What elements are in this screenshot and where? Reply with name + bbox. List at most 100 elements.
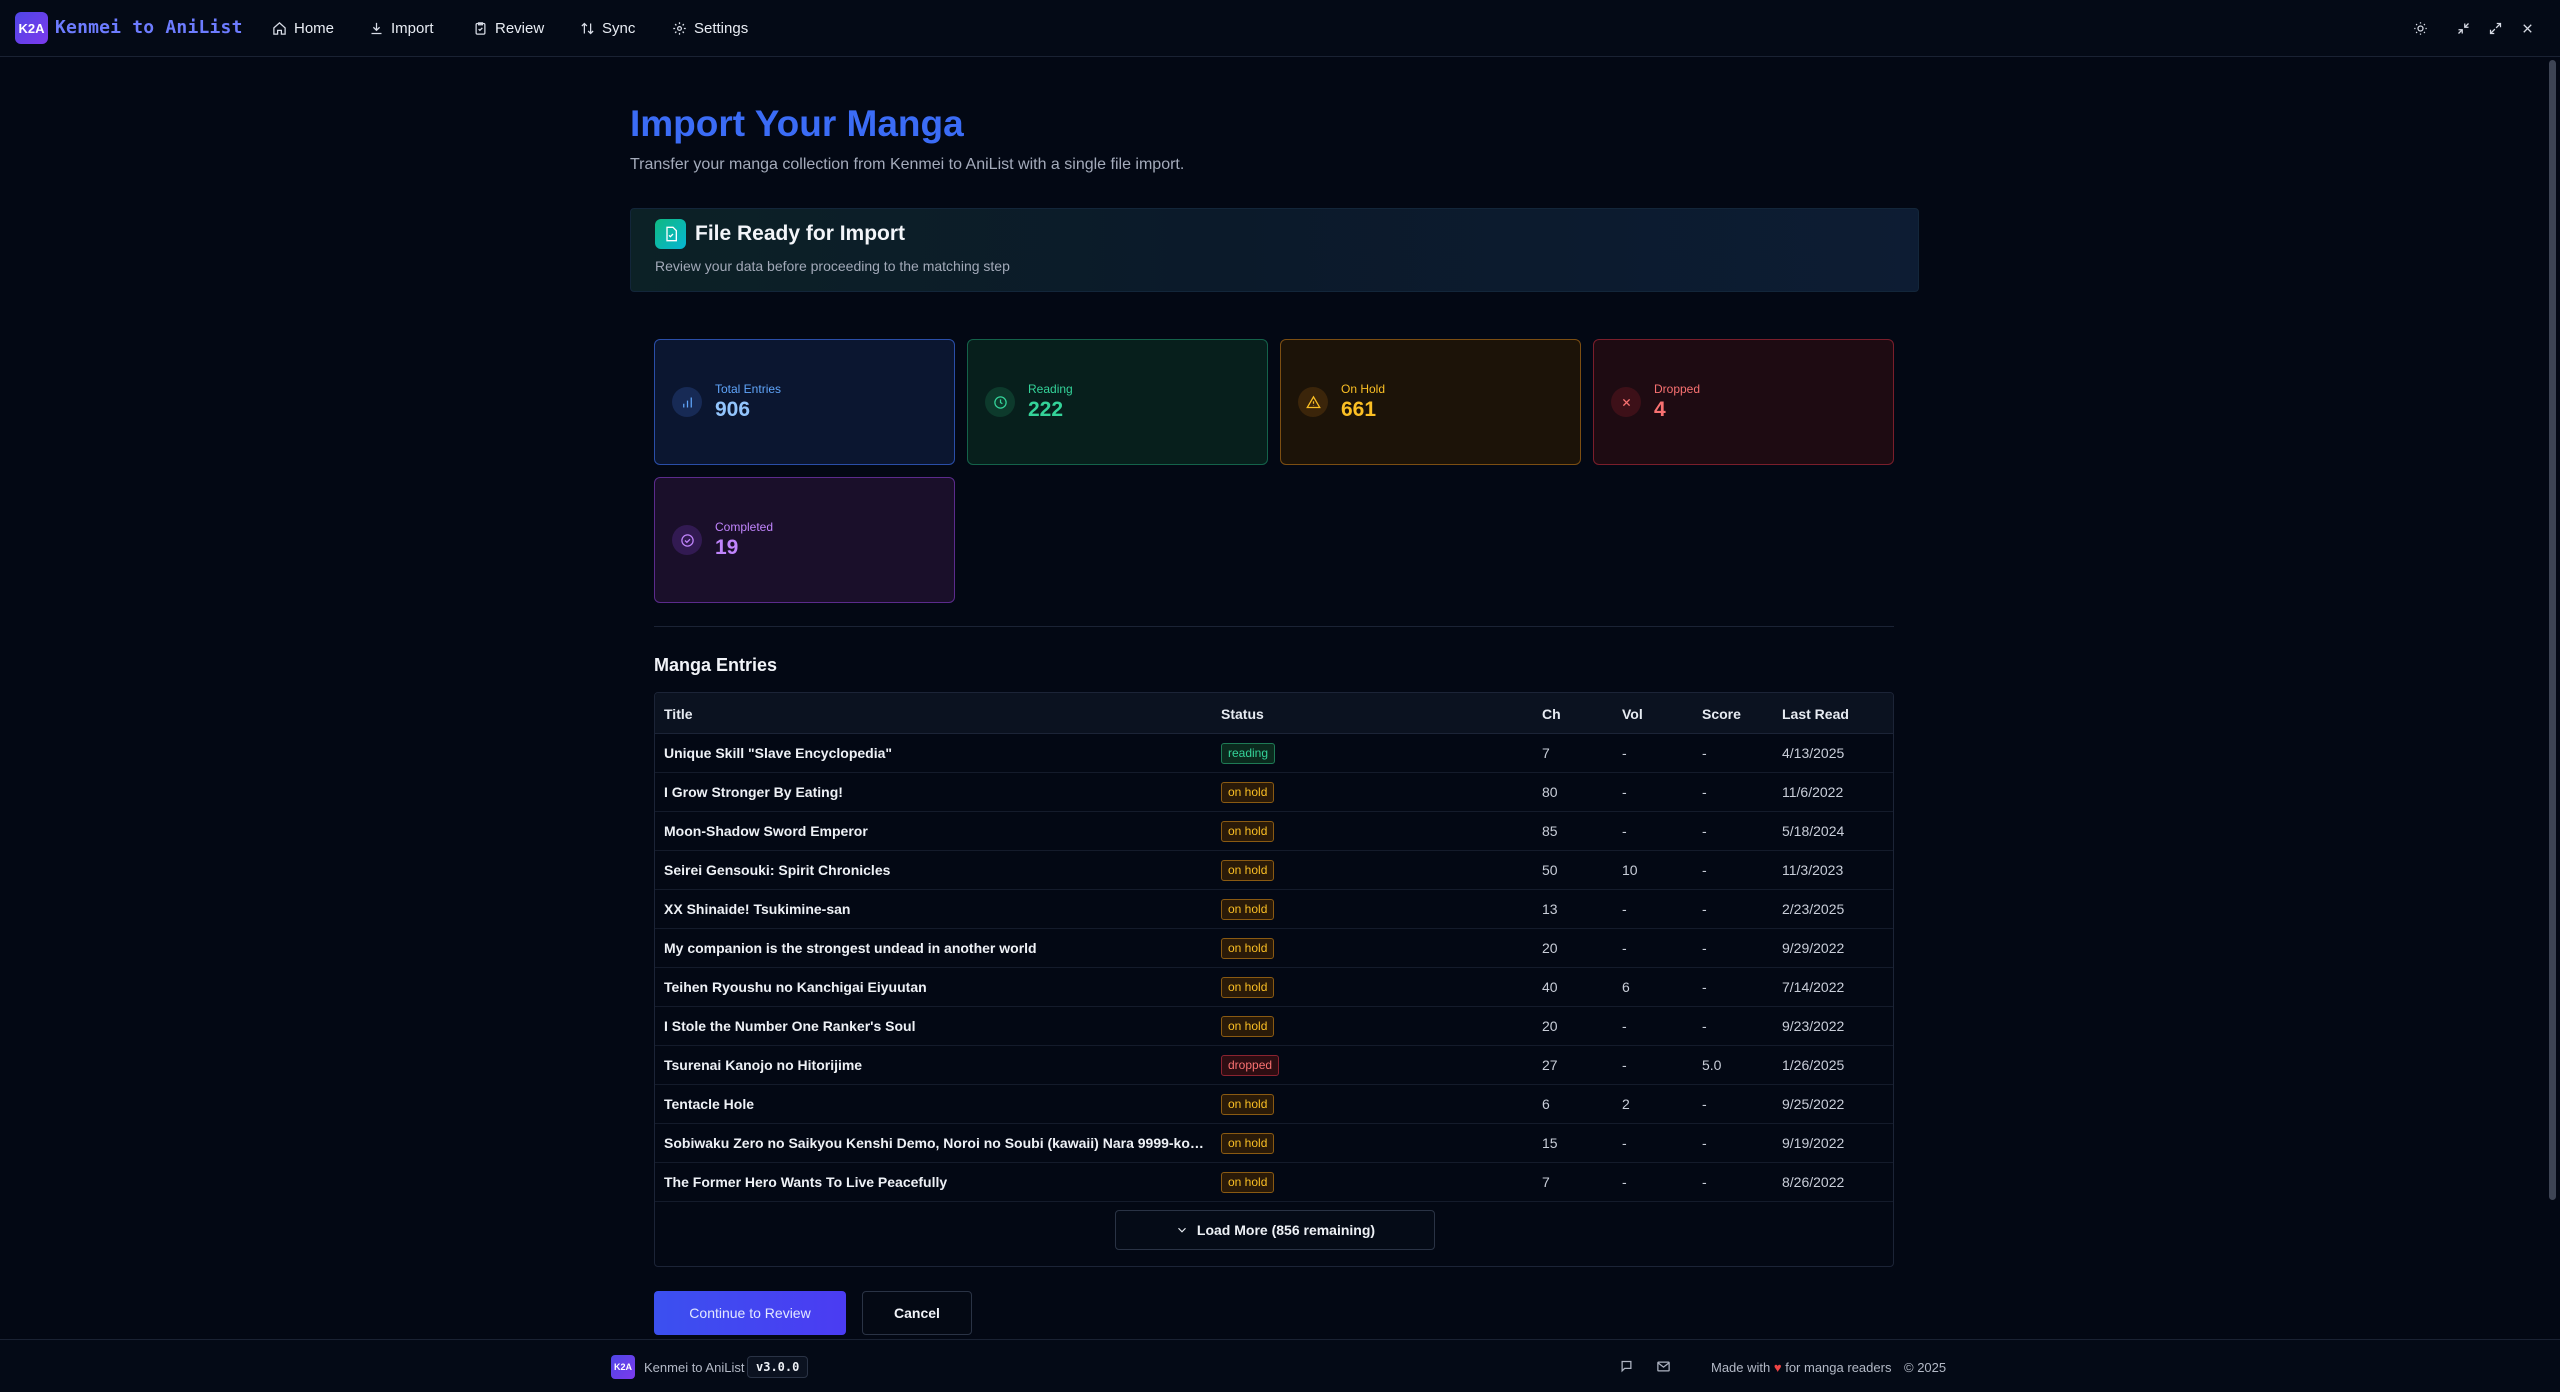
nav-review-label: Review xyxy=(495,19,545,37)
manga-title: My companion is the strongest undead in … xyxy=(664,940,1037,956)
col-title[interactable]: Title xyxy=(664,706,693,722)
col-volumes[interactable]: Vol xyxy=(1622,706,1643,722)
last-read-date: 9/19/2022 xyxy=(1782,1135,1845,1151)
chapter-count: 7 xyxy=(1542,1174,1550,1190)
table-row[interactable]: Unique Skill "Slave Encyclopedia" reading… xyxy=(655,734,1893,773)
minimize-button[interactable] xyxy=(2453,18,2473,38)
made-prefix: Made with xyxy=(1711,1360,1771,1375)
table-row[interactable]: XX Shinaide! Tsukimine-san on hold 13 - - 2/2… xyxy=(655,890,1893,929)
nav-import[interactable]: Import xyxy=(369,18,434,38)
stat-label: Dropped xyxy=(1654,382,1701,396)
status-badge: on hold xyxy=(1221,977,1275,998)
status-badge: on hold xyxy=(1221,821,1275,842)
last-read-date: 9/23/2022 xyxy=(1782,1018,1845,1034)
volume-count: - xyxy=(1622,823,1627,839)
x-icon xyxy=(1611,387,1641,417)
table-row[interactable]: Tsurenai Kanojo no Hitorijime dropped 27 - 5… xyxy=(655,1046,1893,1085)
banner-subtitle: Review your data before proceeding to th… xyxy=(655,258,1010,274)
table-row[interactable]: My companion is the strongest undead in … xyxy=(655,929,1893,968)
table-row[interactable]: The Former Hero Wants To Live Peacefully… xyxy=(655,1163,1893,1202)
score: - xyxy=(1702,745,1707,761)
chapter-count: 80 xyxy=(1542,784,1558,800)
stat-label: Completed xyxy=(715,520,774,534)
nav-sync[interactable]: Sync xyxy=(580,18,635,38)
manga-title: I Grow Stronger By Eating! xyxy=(664,784,843,800)
version-badge: v3.0.0 xyxy=(747,1356,809,1378)
nav-import-label: Import xyxy=(391,19,434,37)
check-circle-icon xyxy=(672,525,702,555)
home-icon xyxy=(273,21,286,35)
load-more-label: Load More (856 remaining) xyxy=(1196,1222,1376,1238)
copyright: © 2025 xyxy=(1904,1360,1947,1375)
stat-card-completed: Completed 19 xyxy=(654,477,955,603)
clock-icon xyxy=(985,387,1015,417)
volume-count: - xyxy=(1622,745,1627,761)
file-ready-banner: File Ready for Import Review your data b… xyxy=(630,208,1919,292)
nav-review[interactable]: Review xyxy=(473,18,544,38)
status-badge: on hold xyxy=(1221,1016,1275,1037)
status-badge: on hold xyxy=(1221,1133,1275,1154)
close-icon xyxy=(2522,23,2532,33)
manga-title: Unique Skill "Slave Encyclopedia" xyxy=(664,745,893,761)
stat-label: On Hold xyxy=(1341,382,1386,396)
chevron-down-icon xyxy=(1178,1227,1186,1233)
status-badge: on hold xyxy=(1221,899,1275,920)
volume-count: - xyxy=(1622,1057,1627,1073)
status-badge: dropped xyxy=(1221,1055,1280,1076)
load-more-button[interactable]: Load More (856 remaining) xyxy=(1115,1210,1435,1250)
score: - xyxy=(1702,1135,1707,1151)
volume-count: - xyxy=(1622,1174,1627,1190)
stat-card-total: Total Entries 906 xyxy=(654,339,955,465)
manga-title: Seirei Gensouki: Spirit Chronicles xyxy=(664,862,891,878)
cancel-button[interactable]: Cancel xyxy=(862,1291,972,1335)
last-read-date: 2/23/2025 xyxy=(1782,901,1845,917)
score: - xyxy=(1702,979,1707,995)
manga-title: The Former Hero Wants To Live Peacefully xyxy=(664,1174,948,1190)
manga-title: Moon-Shadow Sword Emperor xyxy=(664,823,868,839)
discord-link[interactable] xyxy=(1619,1359,1635,1375)
last-read-date: 7/14/2022 xyxy=(1782,979,1845,995)
table-row[interactable]: Teihen Ryoushu no Kanchigai Eiyuutan on h… xyxy=(655,968,1893,1007)
nav-settings[interactable]: Settings xyxy=(672,18,748,38)
nav-sync-label: Sync xyxy=(602,19,636,37)
nav-home[interactable]: Home xyxy=(272,18,334,38)
continue-to-review-button[interactable]: Continue to Review xyxy=(654,1291,846,1335)
last-read-date: 11/3/2023 xyxy=(1782,862,1844,878)
email-link[interactable] xyxy=(1656,1359,1672,1375)
last-read-date: 1/26/2025 xyxy=(1782,1057,1845,1073)
maximize-button[interactable] xyxy=(2485,18,2505,38)
table-row[interactable]: Moon-Shadow Sword Emperor on hold 85 - - 5/18… xyxy=(655,812,1893,851)
manga-entries-title: Manga Entries xyxy=(654,655,778,675)
stat-card-on-hold: On Hold 661 xyxy=(1280,339,1581,465)
chapter-count: 13 xyxy=(1542,901,1558,917)
status-badge: on hold xyxy=(1221,1094,1275,1115)
stat-value: 19 xyxy=(715,536,739,559)
close-button[interactable] xyxy=(2517,18,2537,38)
score: - xyxy=(1702,1018,1707,1034)
nav-home-label: Home xyxy=(294,19,335,37)
table-row[interactable]: I Stole the Number One Ranker's Soul on h… xyxy=(655,1007,1893,1046)
score: - xyxy=(1702,784,1707,800)
col-chapters[interactable]: Ch xyxy=(1542,706,1561,722)
score: - xyxy=(1702,1096,1707,1112)
table-row[interactable]: Tentacle Hole on hold 6 2 - 9/25/2022 xyxy=(655,1085,1893,1124)
status-badge: on hold xyxy=(1221,860,1275,881)
table-row[interactable]: Sobiwaku Zero no Saikyou Kenshi Demo, No… xyxy=(655,1124,1893,1163)
last-read-date: 11/6/2022 xyxy=(1782,784,1844,800)
col-score[interactable]: Score xyxy=(1702,706,1741,722)
scrollbar[interactable] xyxy=(2549,60,2556,1200)
section-divider xyxy=(654,626,1894,627)
title-bar: K2A Kenmei to AniList Home Import Review… xyxy=(0,0,2560,57)
table-row[interactable]: Seirei Gensouki: Spirit Chronicles on hol… xyxy=(655,851,1893,890)
banner-title: File Ready for Import xyxy=(695,222,906,245)
theme-toggle-button[interactable] xyxy=(2410,18,2430,38)
app-logo: K2A xyxy=(15,12,48,44)
manga-title: XX Shinaide! Tsukimine-san xyxy=(664,901,851,917)
volume-count: 6 xyxy=(1622,979,1630,995)
clipboard-icon xyxy=(475,21,486,35)
last-read-date: 4/13/2025 xyxy=(1782,745,1845,761)
col-status[interactable]: Status xyxy=(1221,706,1264,722)
col-last-read[interactable]: Last Read xyxy=(1782,706,1849,722)
table-row[interactable]: I Grow Stronger By Eating! on hold 80 - - 11/… xyxy=(655,773,1893,812)
score: - xyxy=(1702,1174,1707,1190)
